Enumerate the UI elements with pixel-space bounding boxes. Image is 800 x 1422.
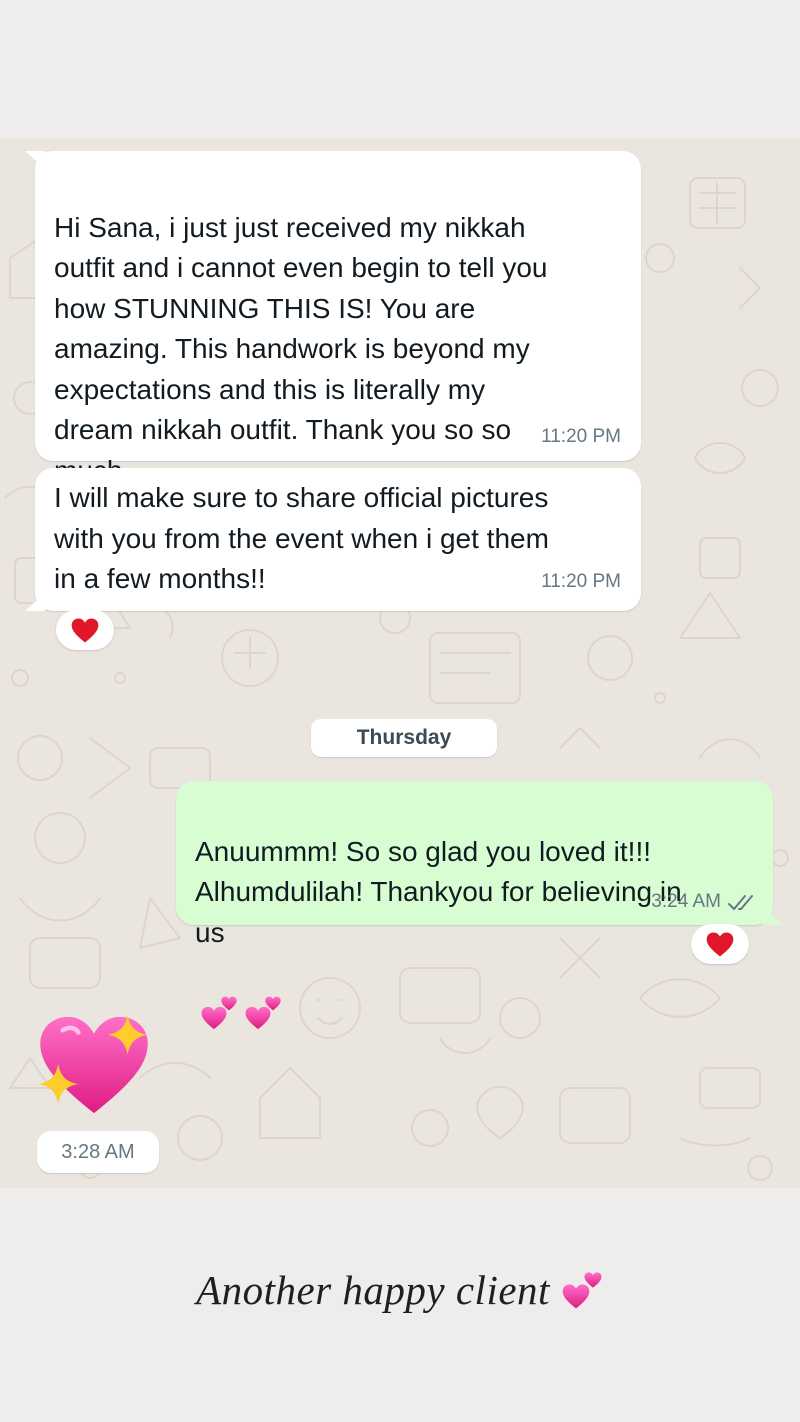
message-bubble-outgoing[interactable]: Anuummm! So so glad you loved it!!! Alhu…	[176, 781, 783, 1029]
reaction-badge[interactable]	[56, 610, 114, 650]
message-bubble-incoming[interactable]: I will make sure to share official pictu…	[25, 468, 641, 611]
red-heart-icon	[71, 618, 99, 643]
message-timestamp: 3:24 AM	[651, 891, 721, 912]
day-separator: Thursday	[311, 719, 497, 757]
chat-area: Hi Sana, i just just received my nikkah …	[0, 138, 800, 1188]
two-hearts-icon	[562, 1272, 602, 1309]
two-hearts-emoji	[199, 953, 287, 1043]
sparkling-heart-sticker[interactable]	[38, 1013, 150, 1117]
message-bubble-incoming[interactable]: Hi Sana, i just just received my nikkah …	[25, 151, 641, 461]
message-timestamp: 11:20 PM	[541, 426, 621, 447]
caption: Another happy client	[0, 1266, 800, 1314]
message-text: Hi Sana, i just just received my nikkah …	[54, 211, 548, 486]
reaction-badge[interactable]	[691, 924, 749, 964]
message-text: Anuummm! So so glad you loved it!!! Alhu…	[195, 835, 682, 948]
double-check-icon	[728, 895, 753, 910]
bubble-tail	[25, 151, 45, 169]
red-heart-icon	[706, 932, 734, 957]
sticker-timestamp-pill: 3:28 AM	[37, 1131, 159, 1173]
message-timestamp: 11:20 PM	[541, 571, 621, 592]
caption-text: Another happy client	[196, 1267, 550, 1313]
message-timestamp: 3:28 AM	[61, 1140, 135, 1163]
bubble-tail	[25, 593, 45, 611]
